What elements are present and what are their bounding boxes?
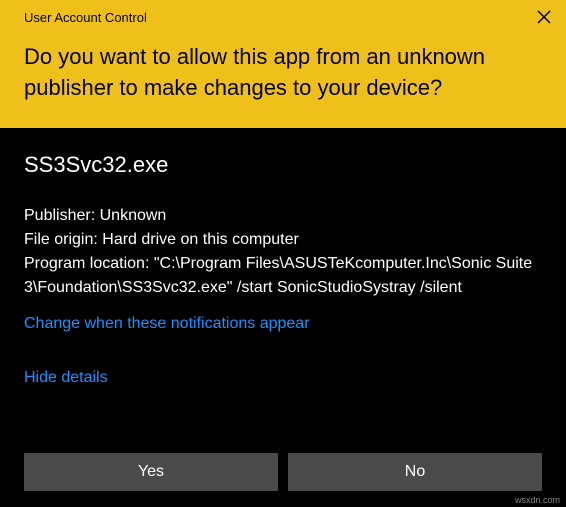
change-notifications-link[interactable]: Change when these notifications appear [24,312,542,336]
uac-question: Do you want to allow this app from an un… [24,42,542,104]
yes-button[interactable]: Yes [24,453,278,491]
location-row: Program location: "C:\Program Files\ASUS… [24,252,542,300]
titlebar: User Account Control [0,0,566,32]
watermark: wsxdn.com [515,495,560,505]
button-row: Yes No [0,453,566,507]
origin-label: File origin: [24,231,98,248]
close-icon[interactable] [534,7,554,27]
location-label: Program location: [24,255,149,272]
titlebar-title: User Account Control [24,10,147,25]
dialog-body: SS3Svc32.exe Publisher: Unknown File ori… [0,128,566,453]
app-name: SS3Svc32.exe [24,152,542,178]
publisher-label: Publisher: [24,207,95,224]
origin-value: Hard drive on this computer [102,231,299,248]
hide-details-link[interactable]: Hide details [24,366,542,390]
publisher-value: Unknown [100,207,167,224]
no-button[interactable]: No [288,453,542,491]
publisher-row: Publisher: Unknown [24,204,542,228]
origin-row: File origin: Hard drive on this computer [24,228,542,252]
uac-dialog: User Account Control Do you want to allo… [0,0,566,507]
dialog-header: Do you want to allow this app from an un… [0,32,566,128]
